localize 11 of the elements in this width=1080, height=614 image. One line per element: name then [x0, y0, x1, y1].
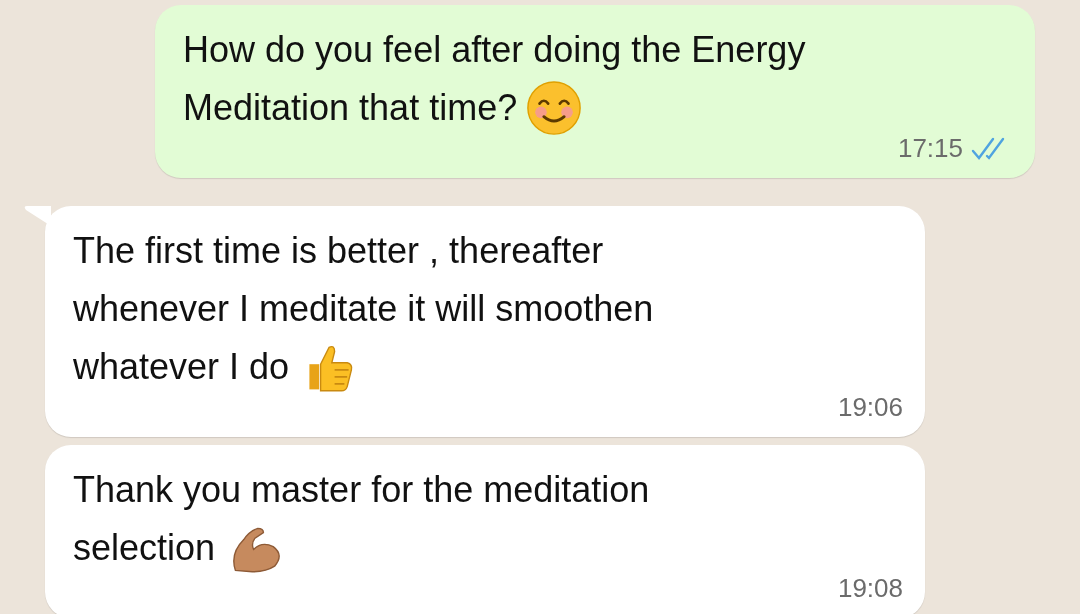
message-text: Thank you master for the meditation: [73, 468, 650, 512]
message-text: whenever I meditate it will smoothen: [73, 287, 654, 331]
message-text: selection: [73, 526, 216, 570]
message-time: 19:06: [837, 391, 903, 424]
message-text: How do you feel after doing the Energy: [183, 28, 806, 72]
message-text: whatever I do: [73, 345, 290, 389]
message-time: 17:15: [897, 132, 963, 165]
message-text: Meditation that time?: [183, 86, 518, 130]
message-text: The first time is better , thereafter: [73, 229, 604, 273]
message-time: 19:08: [837, 572, 903, 605]
smiling-face-icon: [525, 79, 584, 137]
